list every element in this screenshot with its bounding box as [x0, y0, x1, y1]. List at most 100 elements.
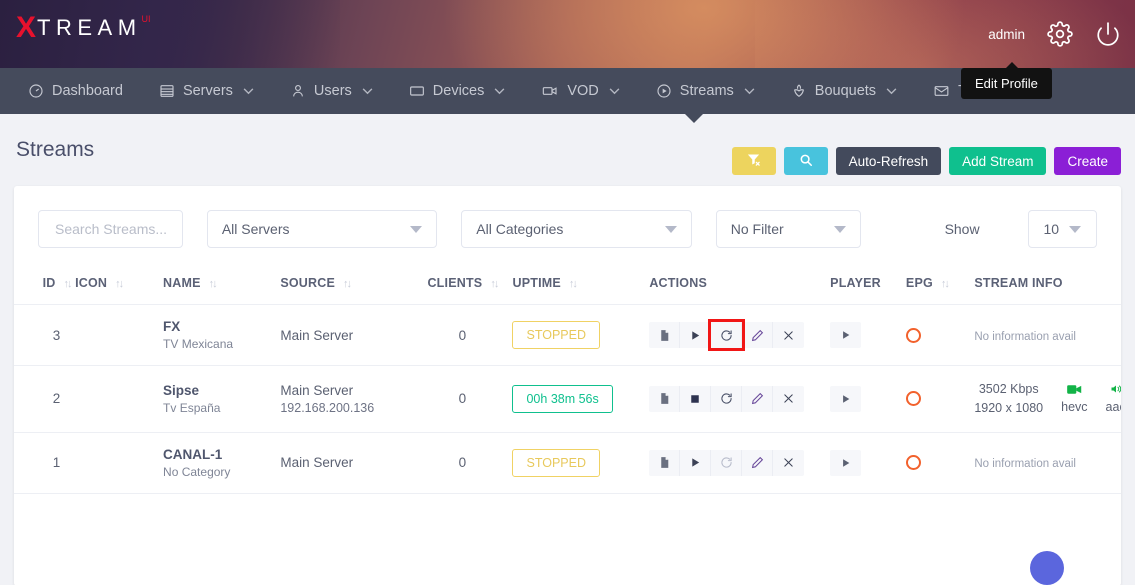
top-banner: X TREAM UI admin	[0, 0, 1135, 68]
nav-label-vod: VOD	[567, 83, 598, 99]
file-icon[interactable]	[649, 322, 680, 348]
servers-select[interactable]: All Servers	[207, 210, 437, 248]
brand-logo[interactable]: X TREAM UI	[16, 13, 151, 43]
add-stream-button[interactable]: Add Stream	[949, 147, 1046, 175]
sort-icon[interactable]: ↑↓	[63, 278, 70, 290]
cell-clients: 0	[412, 366, 512, 433]
streams-icon	[656, 83, 672, 99]
stream-bitrate-resolution: 3502 Kbps 1920 x 1080	[974, 380, 1043, 418]
th-name[interactable]: NAME↑↓	[163, 266, 280, 305]
sort-icon[interactable]: ↑↓	[569, 278, 576, 290]
th-source[interactable]: SOURCE ↑↓	[280, 266, 412, 305]
restart-icon[interactable]	[711, 386, 742, 412]
show-select[interactable]: 10	[1028, 210, 1097, 248]
player-play-icon[interactable]	[830, 450, 861, 476]
table-row[interactable]: 3 FX TV Mexicana Main Server 0 STOPPED	[14, 305, 1121, 366]
chevron-down-icon	[886, 88, 897, 95]
cell-stream-info: No information avail	[974, 432, 1121, 493]
play-icon[interactable]	[680, 322, 711, 348]
source-address: 192.168.200.136	[280, 401, 412, 415]
th-clients[interactable]: CLIENTS↑↓	[412, 266, 512, 305]
stream-category: Tv España	[163, 401, 280, 415]
table-row[interactable]: 2 Sipse Tv España Main Server 192.168.20…	[14, 366, 1121, 433]
th-epg[interactable]: EPG ↑↓	[906, 266, 974, 305]
edit-icon[interactable]	[742, 322, 773, 348]
stop-icon[interactable]	[680, 386, 711, 412]
sort-icon[interactable]: ↑↓	[209, 278, 216, 290]
brand-logo-x: X	[16, 13, 36, 43]
auto-refresh-button[interactable]: Auto-Refresh	[836, 147, 942, 175]
source-server: Main Server	[280, 383, 412, 398]
search-input-wrap[interactable]	[38, 210, 183, 248]
page-title: Streams	[16, 138, 94, 162]
vod-icon	[541, 83, 559, 99]
close-icon[interactable]	[773, 322, 804, 348]
cell-icon	[75, 366, 163, 433]
player-play-icon[interactable]	[830, 322, 861, 348]
filter-select-value: No Filter	[731, 221, 834, 237]
chevron-down-icon	[494, 88, 505, 95]
nav-item-dashboard[interactable]: Dashboard	[10, 68, 141, 114]
filter-clear-button[interactable]	[732, 147, 776, 175]
chevron-down-icon	[1069, 226, 1081, 233]
file-icon[interactable]	[649, 450, 680, 476]
stream-name: CANAL-1	[163, 447, 280, 462]
chevron-down-icon	[362, 88, 373, 95]
edit-profile-tooltip: Edit Profile	[961, 68, 1052, 99]
sort-icon[interactable]: ↑↓	[941, 278, 948, 290]
cell-player	[830, 305, 906, 366]
sort-icon[interactable]: ↑↓	[490, 278, 497, 290]
create-button[interactable]: Create	[1054, 147, 1121, 175]
nav-item-bouquets[interactable]: Bouquets	[773, 68, 915, 114]
restart-icon[interactable]	[711, 322, 742, 348]
cell-uptime: STOPPED	[512, 305, 649, 366]
tickets-icon	[933, 83, 950, 99]
gear-icon[interactable]	[1047, 21, 1073, 47]
th-epg-label: EPG	[906, 276, 933, 290]
th-uptime[interactable]: UPTIME↑↓	[512, 266, 649, 305]
restart-icon[interactable]	[711, 450, 742, 476]
epg-circle-icon[interactable]	[906, 455, 921, 470]
file-icon[interactable]	[649, 386, 680, 412]
player-play-icon[interactable]	[830, 386, 861, 412]
sort-icon[interactable]: ↑↓	[343, 278, 350, 290]
cell-id: 1	[14, 432, 75, 493]
th-player-label: PLAYER	[830, 276, 881, 290]
sort-icon[interactable]: ↑↓	[115, 278, 122, 290]
cell-epg	[906, 432, 974, 493]
nav-item-vod[interactable]: VOD	[523, 68, 637, 114]
epg-circle-icon[interactable]	[906, 328, 921, 343]
admin-username[interactable]: admin	[988, 27, 1025, 42]
close-icon[interactable]	[773, 386, 804, 412]
th-icon[interactable]: ICON↑↓	[75, 266, 163, 305]
play-icon[interactable]	[680, 450, 711, 476]
stream-bitrate: 3502 Kbps	[974, 380, 1043, 399]
power-icon[interactable]	[1095, 21, 1121, 47]
th-stream-info-label: STREAM INFO	[974, 276, 1062, 290]
floating-action-button[interactable]	[1030, 551, 1064, 585]
edit-icon[interactable]	[742, 386, 773, 412]
status-badge: STOPPED	[512, 321, 600, 349]
epg-circle-icon[interactable]	[906, 391, 921, 406]
nav-item-users[interactable]: Users	[272, 68, 391, 114]
video-codec-block: hevc	[1061, 383, 1087, 414]
edit-icon[interactable]	[742, 450, 773, 476]
cell-epg	[906, 366, 974, 433]
action-button-group	[649, 386, 804, 412]
categories-select[interactable]: All Categories	[461, 210, 691, 248]
stream-resolution: 1920 x 1080	[974, 399, 1043, 418]
nav-item-devices[interactable]: Devices	[391, 68, 524, 114]
close-icon[interactable]	[773, 450, 804, 476]
nav-item-streams[interactable]: Streams	[638, 68, 773, 114]
th-id[interactable]: ID↑↓	[14, 266, 75, 305]
table-row[interactable]: 1 CANAL-1 No Category Main Server 0 STOP…	[14, 432, 1121, 493]
nav-label-streams: Streams	[680, 83, 734, 99]
cell-source: Main Server	[280, 432, 412, 493]
nav-label-bouquets: Bouquets	[815, 83, 876, 99]
th-source-label: SOURCE	[280, 276, 335, 290]
th-stream-info: STREAM INFO	[974, 266, 1121, 305]
nav-item-servers[interactable]: Servers	[141, 68, 272, 114]
search-input[interactable]	[53, 220, 168, 238]
search-button[interactable]	[784, 147, 828, 175]
filter-select[interactable]: No Filter	[716, 210, 861, 248]
